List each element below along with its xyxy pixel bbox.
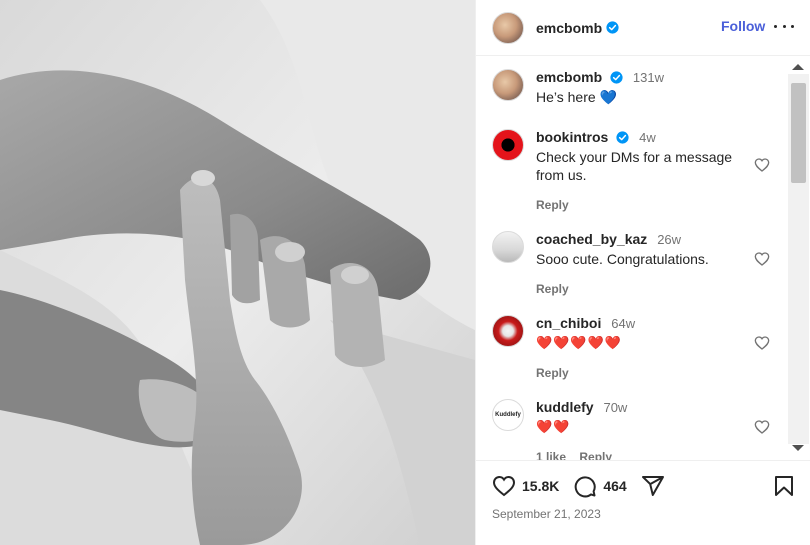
caption-username[interactable]: emcbomb	[536, 69, 602, 85]
likes-count[interactable]: 15.8K	[522, 478, 559, 494]
heart-icon[interactable]	[754, 419, 770, 435]
scroll-down-arrow-icon[interactable]	[792, 445, 804, 451]
comment-text: ❤️❤️	[536, 419, 571, 434]
avatar[interactable]	[492, 129, 524, 161]
comment-age[interactable]: 64w	[611, 316, 635, 331]
comments-count[interactable]: 464	[603, 478, 626, 494]
comment-text: Check your DMs for a message from us.	[536, 149, 733, 183]
heart-icon[interactable]	[754, 335, 770, 351]
reply-button[interactable]: Reply	[536, 198, 569, 212]
post-header: emcbomb Follow	[476, 0, 810, 56]
avatar[interactable]: Kuddlefy	[492, 399, 524, 431]
like-button[interactable]: 15.8K	[492, 474, 559, 498]
comment-likes[interactable]: 1 like	[536, 450, 566, 460]
scrollbar-thumb[interactable]	[791, 83, 806, 183]
comment-age[interactable]: 4w	[639, 130, 656, 145]
comment-username[interactable]: kuddlefy	[536, 399, 594, 415]
caption-age[interactable]: 131w	[633, 70, 664, 85]
kuddlefy-logo: Kuddlefy	[495, 412, 521, 418]
comment-age[interactable]: 70w	[603, 400, 627, 415]
follow-button[interactable]: Follow	[721, 18, 765, 34]
comment-button[interactable]: 464	[573, 474, 627, 498]
heart-icon[interactable]	[754, 251, 770, 267]
verified-badge-icon	[610, 71, 623, 84]
bookmark-icon[interactable]	[772, 474, 796, 498]
share-button[interactable]	[641, 474, 665, 498]
post-date: September 21, 2023	[492, 507, 601, 521]
photo-illustration	[0, 0, 475, 545]
scroll-up-arrow-icon[interactable]	[792, 64, 804, 70]
post-author-username[interactable]: emcbomb	[536, 20, 602, 36]
reply-button[interactable]: Reply	[536, 282, 569, 296]
comment-text: Sooo cute. Congratulations.	[536, 251, 709, 267]
more-options-icon[interactable]	[774, 16, 794, 36]
comment-username[interactable]: bookintros	[536, 129, 608, 145]
avatar[interactable]	[492, 231, 524, 263]
avatar[interactable]	[492, 69, 524, 101]
post-photo[interactable]	[0, 0, 475, 545]
post-detail-panel: emcbomb Follow emcbomb 131w He’s here 💙 …	[475, 0, 810, 545]
heart-icon[interactable]	[754, 157, 770, 173]
comments-list: emcbomb 131w He’s here 💙 bookintros 4w C…	[476, 57, 810, 460]
avatar[interactable]	[492, 11, 524, 44]
verified-badge-icon	[606, 21, 619, 34]
verified-badge-icon	[616, 131, 629, 144]
comment-username[interactable]: cn_chiboi	[536, 315, 601, 331]
caption-text: He’s here 💙	[536, 89, 617, 105]
heart-icon	[492, 475, 516, 497]
avatar[interactable]	[492, 315, 524, 347]
share-icon	[641, 476, 664, 496]
post-footer: 15.8K 464 September 21, 2023	[476, 460, 810, 545]
reply-button[interactable]: Reply	[536, 366, 569, 380]
post-actions: 15.8K 464	[492, 474, 679, 498]
comment-username[interactable]: coached_by_kaz	[536, 231, 647, 247]
comment-age[interactable]: 26w	[657, 232, 681, 247]
comments-scrollbar[interactable]	[786, 57, 809, 460]
comment-text: ❤️❤️❤️❤️❤️	[536, 335, 622, 350]
reply-button[interactable]: Reply	[579, 450, 612, 460]
comment-icon	[575, 476, 597, 498]
